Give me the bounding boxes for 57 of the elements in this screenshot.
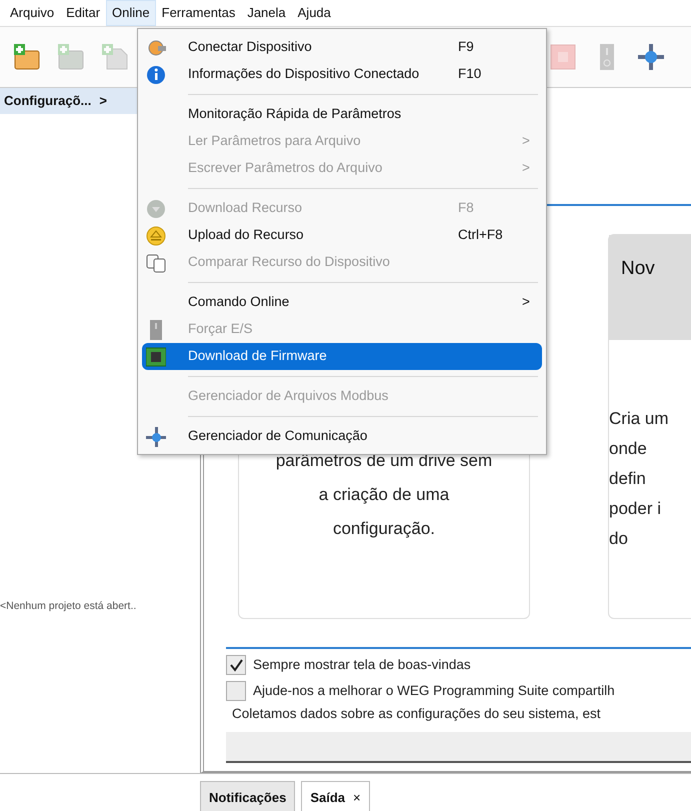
checkbox[interactable]	[226, 655, 246, 676]
menu-item[interactable]: Gerenciador de Comunicação	[142, 423, 542, 450]
menu-item[interactable]: Conectar Dispositivo F9	[142, 34, 542, 61]
menu-item[interactable]: Upload do Recurso Ctrl+F8	[142, 222, 542, 249]
tab[interactable]: Saída ×	[301, 781, 370, 811]
card-text: parâmetros de um drive sem	[274, 450, 494, 472]
tab-label: Configuraçõ...	[4, 92, 92, 110]
stop-icon	[549, 43, 577, 71]
tab-label: Notificações	[209, 789, 286, 805]
checkbox[interactable]	[226, 681, 246, 702]
network-icon	[146, 426, 166, 446]
plug-icon	[146, 38, 166, 58]
checkbox-label: Sempre mostrar tela de boas-vindas	[253, 656, 471, 674]
shortcut-text: F9	[458, 38, 475, 56]
menu-item[interactable]: Informações do Dispositivo Conectado F10	[142, 61, 542, 88]
menu-item[interactable]: Ferramentas	[156, 0, 242, 26]
menu-item[interactable]: Ajuda	[292, 0, 337, 26]
new-item-icon	[57, 43, 85, 71]
checkbox-label: Ajude-nos a melhorar o WEG Programming Suite compartilh	[253, 682, 615, 700]
network-icon	[637, 43, 665, 71]
new-folder-icon	[13, 43, 41, 71]
menu-item[interactable]: Editar	[60, 0, 106, 26]
shortcut-text: F10	[458, 65, 482, 84]
submenu-chevron: >	[522, 293, 531, 312]
empty-message: <Nenhum projeto está abert..	[0, 599, 138, 614]
tab[interactable]: Notificações	[200, 781, 296, 811]
welcome-card[interactable]: Nov Cria um onde defin poder i do	[608, 234, 691, 619]
shortcut-text: Ctrl+F8	[458, 226, 504, 244]
compare-icon	[146, 252, 166, 272]
card-text: do	[609, 528, 629, 550]
shortcut-text: F8	[458, 199, 475, 218]
new-document-icon	[101, 43, 129, 71]
chevron: >	[99, 92, 107, 110]
card-text: configuração.	[332, 518, 436, 540]
help-text: Coletamos dados sobre as configurações do seu sistema, est	[232, 704, 602, 723]
submenu-chevron: >	[522, 132, 531, 150]
card-text: a criação de uma	[318, 484, 450, 506]
menu-item[interactable]: Online	[106, 0, 156, 26]
info-icon	[146, 64, 166, 84]
toolbar-button[interactable]	[636, 42, 666, 72]
check-icon	[229, 658, 243, 672]
close-icon[interactable]: ×	[353, 788, 361, 805]
menu-item[interactable]: Janela	[241, 0, 292, 26]
menu-item[interactable]: Download de Firmware	[142, 343, 542, 370]
upload-icon	[146, 226, 166, 246]
download-icon	[146, 198, 166, 218]
toolbar-button[interactable]	[12, 42, 42, 72]
card-title: Nov	[609, 235, 691, 340]
card-text: Cria um	[609, 408, 670, 430]
tab-label: Saída	[310, 789, 345, 805]
card-text: defin	[609, 468, 647, 490]
chip-icon	[146, 346, 166, 366]
menu-item[interactable]: Comando Online >	[142, 289, 542, 316]
card-text: onde	[609, 438, 648, 460]
menu-item[interactable]: Arquivo	[4, 0, 60, 26]
card-text: poder i	[609, 498, 662, 520]
submenu-chevron: >	[522, 159, 531, 178]
